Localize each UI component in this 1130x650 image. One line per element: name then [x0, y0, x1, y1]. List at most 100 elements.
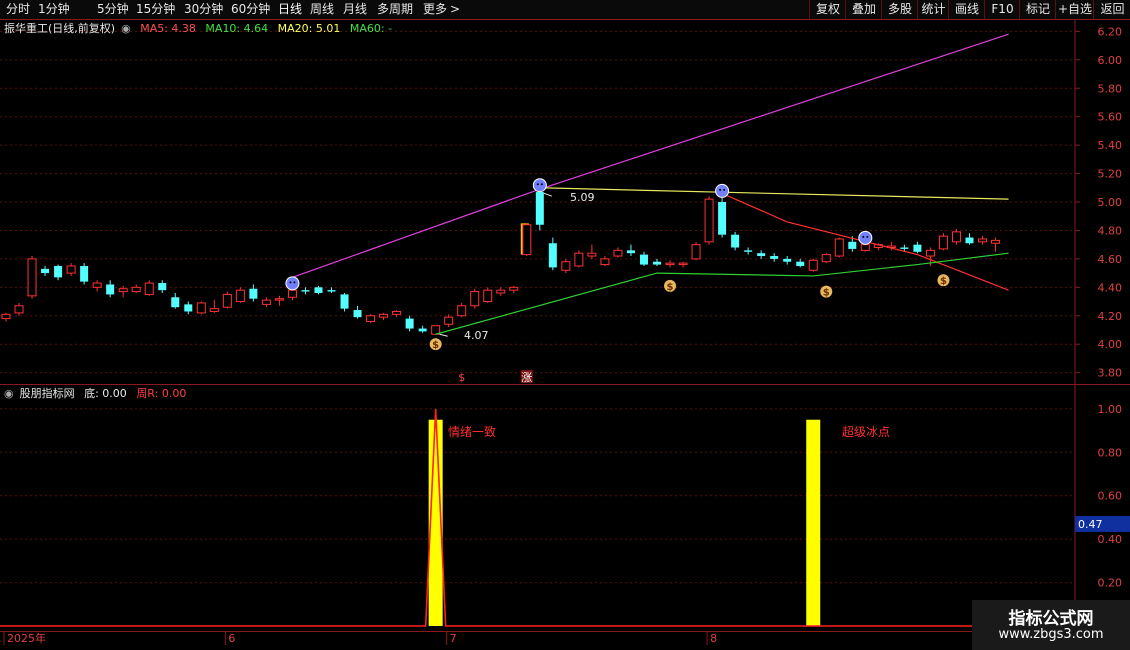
signal-bar [806, 419, 821, 626]
money-bag-symbol: $ [432, 340, 439, 351]
watermark-logo: 指标公式网 www.zbgs3.com [972, 600, 1130, 650]
price-tick-label: 4.60 [1098, 253, 1123, 266]
candle-body [196, 302, 206, 314]
high-price-label: 5.09 [570, 191, 595, 204]
watermark-name: 指标公式网 [1008, 609, 1094, 629]
candle-body [951, 231, 961, 243]
candle-body [626, 250, 635, 254]
price-tick-label: 5.00 [1098, 196, 1123, 209]
signal-label-bingdian: 超级冰点 [842, 424, 890, 439]
candle-body [301, 290, 310, 292]
candle-body [158, 283, 167, 291]
candle-body [639, 254, 648, 265]
moving-average-lines [292, 33, 1009, 335]
high-arrow [543, 192, 552, 197]
price-tick-label: 3.80 [1098, 367, 1123, 380]
candle-body [600, 258, 610, 266]
candle-body [613, 249, 623, 257]
candle-body [509, 286, 519, 291]
candle-body [340, 294, 349, 309]
candle-body [796, 261, 805, 266]
candle-body [80, 265, 89, 282]
candle-body [913, 244, 922, 252]
candle-body [678, 262, 688, 266]
candle-body [978, 238, 987, 243]
price-tick-label: 4.00 [1098, 338, 1123, 351]
candle-body [548, 243, 557, 268]
candle-body [379, 313, 389, 318]
indicator-tick-label: 0.60 [1098, 490, 1123, 503]
money-bag-symbol: $ [940, 276, 947, 287]
candle-body [731, 234, 740, 248]
face-marker-icon [532, 178, 547, 193]
ma20-value: MA20: 5.01 [277, 22, 341, 35]
candle-body [106, 284, 115, 295]
sub-legend: ◉ 股朋指标网 底: 0.00 周R: 0.00 [4, 386, 192, 402]
candle-body [92, 282, 102, 288]
indicator-tick-label: 1.00 [1098, 403, 1123, 416]
indicator-tick-label: 0.40 [1098, 533, 1123, 546]
price-tick-label: 5.60 [1098, 111, 1123, 124]
candle-body [274, 298, 284, 301]
candle-body [783, 258, 792, 262]
ma60-value: MA60: - [349, 22, 393, 35]
indicator-line [0, 408, 1075, 627]
candle-body [209, 308, 219, 312]
candle-body [900, 247, 909, 249]
price-tick-label: 4.20 [1098, 310, 1123, 323]
ma-line [292, 33, 1009, 278]
watermark-url: www.zbgs3.com [998, 627, 1104, 642]
chevron-down-icon[interactable]: ◉ [4, 387, 14, 400]
di-value: 底: 0.00 [84, 387, 127, 400]
candle-body [353, 310, 362, 318]
price-axis: 3.80 4.00 4.20 4.40 4.60 4.80 5.00 5.20 5.40 5.60… [3, 25, 1130, 645]
candle-body [665, 262, 675, 266]
candle-body [235, 289, 245, 303]
ma10-value: MA10: 4.64 [205, 22, 269, 35]
kline-chart[interactable]: $ $ $ $ $ 涨 3.80 4.00 4.20 4.40 4.60 4.80 5.00 5.20 5… [0, 0, 1130, 650]
candle-body [834, 238, 844, 257]
money-bag-symbol: $ [823, 288, 830, 299]
low-arrow [439, 333, 448, 337]
price-tick-label: 5.40 [1098, 139, 1123, 152]
candle-body [965, 237, 974, 244]
candle-body [653, 261, 661, 265]
money-bag-symbol: $ [667, 282, 674, 293]
grid-lines [0, 20, 1130, 632]
face-marker-eye [289, 281, 292, 284]
candle-body [249, 288, 258, 299]
time-tick-label: 7 [450, 632, 457, 645]
face-marker-eye [862, 235, 865, 238]
candle-body [522, 224, 532, 256]
candle-body [66, 265, 76, 274]
face-marker-eye [536, 183, 539, 186]
candle-body [171, 297, 180, 308]
candle-body [561, 261, 571, 271]
candle-body [718, 202, 727, 235]
candle-body [54, 265, 63, 278]
candle-body [991, 239, 1001, 244]
candle-body [261, 299, 271, 305]
candle-body [366, 315, 376, 322]
signal-label-qingxu: 情绪一致 [448, 425, 496, 439]
bottom-marker-text: 涨 [521, 371, 532, 384]
candlestick-series [1, 189, 1001, 335]
candle-body [757, 253, 766, 257]
chevron-down-icon[interactable]: ◉ [121, 22, 131, 35]
candle-body [925, 249, 935, 257]
candle-body [418, 328, 427, 332]
indicator-tick-label: 0.80 [1098, 446, 1123, 459]
candle-body [770, 256, 779, 259]
candle-body [1, 313, 11, 320]
candle-body [392, 310, 402, 315]
ma-line [539, 187, 1009, 200]
candle-body [496, 289, 506, 294]
low-price-label: 4.07 [464, 329, 489, 342]
time-tick-label: 2025年 [7, 631, 46, 645]
price-tick-label: 4.40 [1098, 281, 1123, 294]
candle-body [118, 288, 128, 293]
candle-body [821, 254, 831, 263]
candle-body [587, 252, 597, 257]
price-tick-label: 4.80 [1098, 224, 1123, 237]
stock-title: 振华重工(日线,前复权) [4, 22, 116, 35]
